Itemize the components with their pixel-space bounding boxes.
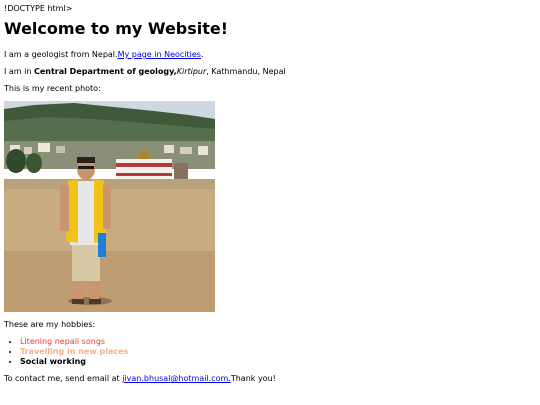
hobby-item-songs: Litening nepali songs bbox=[20, 337, 536, 347]
campus-name: Kirtipur bbox=[176, 67, 207, 76]
hobby-item-social: Social working bbox=[20, 357, 536, 367]
page-title: Welcome to my Website! bbox=[4, 19, 229, 38]
contact-paragraph: To contact me, send email at jivan.bhusa… bbox=[4, 374, 536, 384]
hobby-item-travel: Travelling in new places bbox=[20, 347, 536, 357]
email-link[interactable]: jivan.bhusal@hotmail.com. bbox=[122, 374, 231, 383]
photo-caption: This is my recent photo: bbox=[4, 84, 101, 93]
hobbies-list: Litening nepali songs Travelling in new … bbox=[4, 337, 536, 367]
intro-paragraph: I am a geologist from Nepal.My page in N… bbox=[4, 50, 536, 60]
location-rest: , Kathmandu, Nepal bbox=[206, 67, 286, 76]
location-prefix: I am in bbox=[4, 67, 34, 76]
intro-text: I am a geologist from Nepal. bbox=[4, 50, 118, 59]
department-name: Central Department of geology, bbox=[33, 67, 177, 76]
hobbies-intro: These are my hobbies: bbox=[4, 320, 96, 329]
contact-prefix: To contact me, send email at bbox=[4, 374, 123, 383]
page: !DOCTYPE html> Welcome to my Website! I … bbox=[0, 0, 540, 384]
profile-photo bbox=[4, 101, 215, 312]
neocities-link[interactable]: My page in Neocities bbox=[118, 50, 201, 59]
location-paragraph: I am in Central Department of geology,Ki… bbox=[4, 67, 536, 77]
doctype-text: !DOCTYPE html> bbox=[4, 4, 73, 13]
intro-period: . bbox=[200, 50, 204, 59]
contact-thanks: Thank you! bbox=[230, 374, 276, 383]
